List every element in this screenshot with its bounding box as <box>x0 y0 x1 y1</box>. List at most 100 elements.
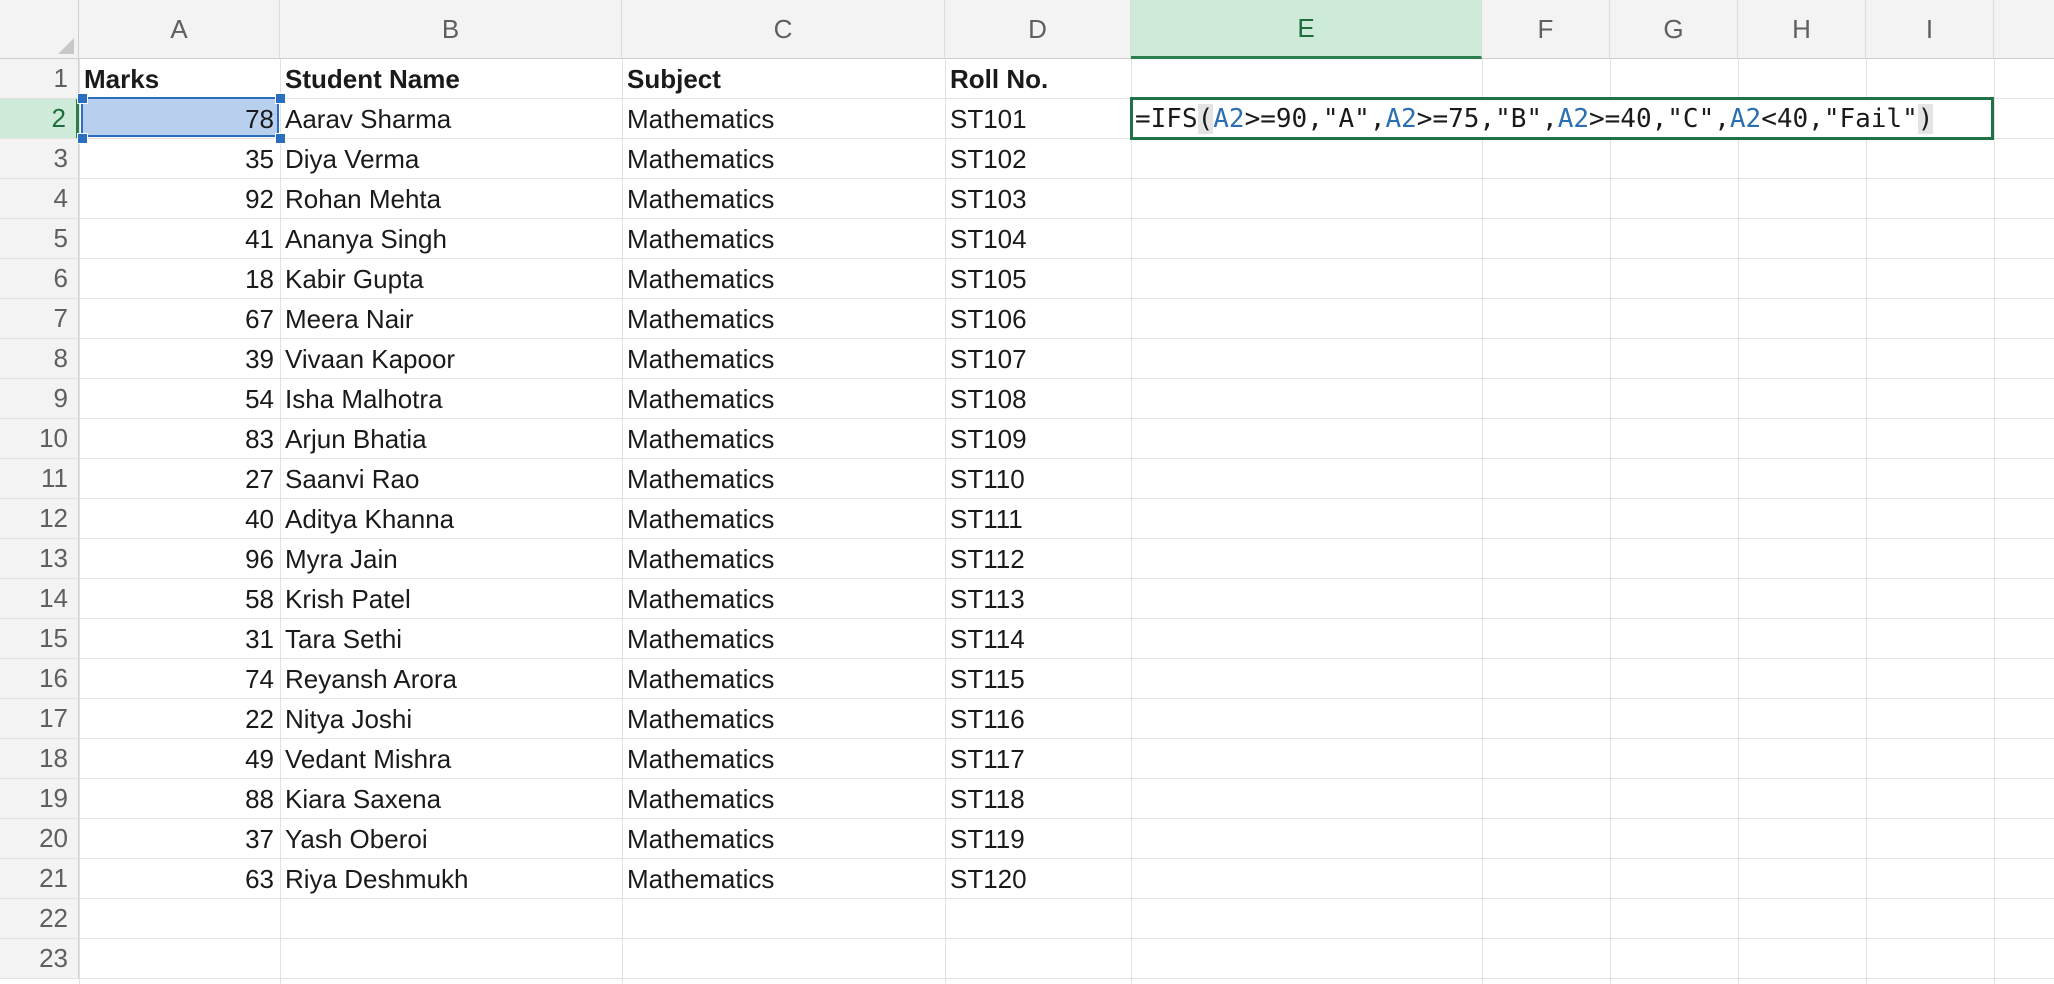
cell-student-name[interactable]: Diya Verma <box>280 139 622 179</box>
row-header-10[interactable]: 10 <box>0 419 79 459</box>
cell-marks[interactable]: 27 <box>79 459 280 499</box>
row-header-21[interactable]: 21 <box>0 859 79 899</box>
cell-marks[interactable]: 49 <box>79 739 280 779</box>
cell-subject[interactable]: Mathematics <box>622 299 945 339</box>
cell-marks[interactable]: 63 <box>79 859 280 899</box>
cell-marks[interactable]: 35 <box>79 139 280 179</box>
cell-subject[interactable]: Mathematics <box>622 179 945 219</box>
cell-marks[interactable]: 83 <box>79 419 280 459</box>
row-header-1[interactable]: 1 <box>0 59 79 99</box>
column-header-d[interactable]: D <box>945 0 1131 59</box>
cell-roll-no[interactable]: ST112 <box>945 539 1131 579</box>
row-header-20[interactable]: 20 <box>0 819 79 859</box>
cell-student-name[interactable]: Saanvi Rao <box>280 459 622 499</box>
cell-student-name[interactable]: Myra Jain <box>280 539 622 579</box>
row-header-19[interactable]: 19 <box>0 779 79 819</box>
row-header-6[interactable]: 6 <box>0 259 79 299</box>
cell-subject[interactable]: Mathematics <box>622 739 945 779</box>
row-header-22[interactable]: 22 <box>0 899 79 939</box>
cell-student-name[interactable]: Kabir Gupta <box>280 259 622 299</box>
cell-roll-no[interactable]: ST114 <box>945 619 1131 659</box>
row-header-4[interactable]: 4 <box>0 179 79 219</box>
row-header-23[interactable]: 23 <box>0 939 79 979</box>
cell-marks[interactable]: 88 <box>79 779 280 819</box>
cell-subject[interactable]: Mathematics <box>622 859 945 899</box>
cell-subject[interactable]: Mathematics <box>622 619 945 659</box>
select-all-corner[interactable] <box>0 0 79 59</box>
cell-subject[interactable]: Mathematics <box>622 219 945 259</box>
column-header-a[interactable]: A <box>79 0 280 59</box>
cell-header-roll-no[interactable]: Roll No. <box>945 59 1131 99</box>
row-header-18[interactable]: 18 <box>0 739 79 779</box>
cell-roll-no[interactable]: ST104 <box>945 219 1131 259</box>
cell-student-name[interactable]: Arjun Bhatia <box>280 419 622 459</box>
row-header-14[interactable]: 14 <box>0 579 79 619</box>
cell-marks[interactable]: 22 <box>79 699 280 739</box>
cell-student-name[interactable]: Aarav Sharma <box>280 99 622 139</box>
column-header-i[interactable]: I <box>1866 0 1994 59</box>
cell-roll-no[interactable]: ST115 <box>945 659 1131 699</box>
row-header-3[interactable]: 3 <box>0 139 79 179</box>
cell-subject[interactable]: Mathematics <box>622 819 945 859</box>
cell-student-name[interactable]: Vedant Mishra <box>280 739 622 779</box>
cell-student-name[interactable]: Vivaan Kapoor <box>280 339 622 379</box>
row-header-13[interactable]: 13 <box>0 539 79 579</box>
cell-subject[interactable]: Mathematics <box>622 579 945 619</box>
cell-student-name[interactable]: Isha Malhotra <box>280 379 622 419</box>
cell-student-name[interactable]: Ananya Singh <box>280 219 622 259</box>
cell-student-name[interactable]: Meera Nair <box>280 299 622 339</box>
cell-roll-no[interactable]: ST103 <box>945 179 1131 219</box>
cell-marks[interactable]: 37 <box>79 819 280 859</box>
row-header-15[interactable]: 15 <box>0 619 79 659</box>
cell-subject[interactable]: Mathematics <box>622 699 945 739</box>
cell-student-name[interactable]: Tara Sethi <box>280 619 622 659</box>
cell-student-name[interactable]: Aditya Khanna <box>280 499 622 539</box>
cell-subject[interactable]: Mathematics <box>622 259 945 299</box>
cell-marks[interactable]: 41 <box>79 219 280 259</box>
cell-marks[interactable]: 31 <box>79 619 280 659</box>
cell-roll-no[interactable]: ST119 <box>945 819 1131 859</box>
cell-subject[interactable]: Mathematics <box>622 659 945 699</box>
row-header-11[interactable]: 11 <box>0 459 79 499</box>
cell-marks[interactable]: 58 <box>79 579 280 619</box>
cell-subject[interactable]: Mathematics <box>622 539 945 579</box>
cell-roll-no[interactable]: ST110 <box>945 459 1131 499</box>
cell-student-name[interactable]: Kiara Saxena <box>280 779 622 819</box>
column-header-h[interactable]: H <box>1738 0 1866 59</box>
cell-student-name[interactable]: Nitya Joshi <box>280 699 622 739</box>
cell-header-marks[interactable]: Marks <box>79 59 280 99</box>
cell-roll-no[interactable]: ST109 <box>945 419 1131 459</box>
cell-marks[interactable]: 74 <box>79 659 280 699</box>
row-header-9[interactable]: 9 <box>0 379 79 419</box>
cell-subject[interactable]: Mathematics <box>622 779 945 819</box>
column-header-c[interactable]: C <box>622 0 945 59</box>
cell-roll-no[interactable]: ST111 <box>945 499 1131 539</box>
column-header-b[interactable]: B <box>280 0 622 59</box>
cell-subject[interactable]: Mathematics <box>622 379 945 419</box>
cell-marks[interactable]: 96 <box>79 539 280 579</box>
column-header-f[interactable]: F <box>1482 0 1610 59</box>
cell-marks[interactable]: 40 <box>79 499 280 539</box>
cell-roll-no[interactable]: ST105 <box>945 259 1131 299</box>
cell-student-name[interactable]: Yash Oberoi <box>280 819 622 859</box>
cell-header-student-name[interactable]: Student Name <box>280 59 622 99</box>
cell-roll-no[interactable]: ST107 <box>945 339 1131 379</box>
spreadsheet-grid[interactable]: A B C D E F G H I 1 2 3 4 5 6 7 8 9 10 11 12 13 14 15 16 17 18 19 20… <box>0 0 2054 984</box>
cell-subject[interactable]: Mathematics <box>622 99 945 139</box>
cell-student-name[interactable]: Krish Patel <box>280 579 622 619</box>
cell-roll-no[interactable]: ST101 <box>945 99 1131 139</box>
cell-roll-no[interactable]: ST120 <box>945 859 1131 899</box>
row-header-5[interactable]: 5 <box>0 219 79 259</box>
row-header-8[interactable]: 8 <box>0 339 79 379</box>
cell-header-subject[interactable]: Subject <box>622 59 945 99</box>
cell-roll-no[interactable]: ST102 <box>945 139 1131 179</box>
cell-marks[interactable]: 78 <box>79 99 280 139</box>
cell-e2-formula-editor[interactable]: =IFS(A2 >=90,"A", A2 >=75,"B", A2 >=40,"C", A2… <box>1130 97 1994 140</box>
cell-marks[interactable]: 54 <box>79 379 280 419</box>
row-header-16[interactable]: 16 <box>0 659 79 699</box>
cell-subject[interactable]: Mathematics <box>622 339 945 379</box>
row-header-12[interactable]: 12 <box>0 499 79 539</box>
row-header-17[interactable]: 17 <box>0 699 79 739</box>
cell-roll-no[interactable]: ST116 <box>945 699 1131 739</box>
cell-subject[interactable]: Mathematics <box>622 139 945 179</box>
